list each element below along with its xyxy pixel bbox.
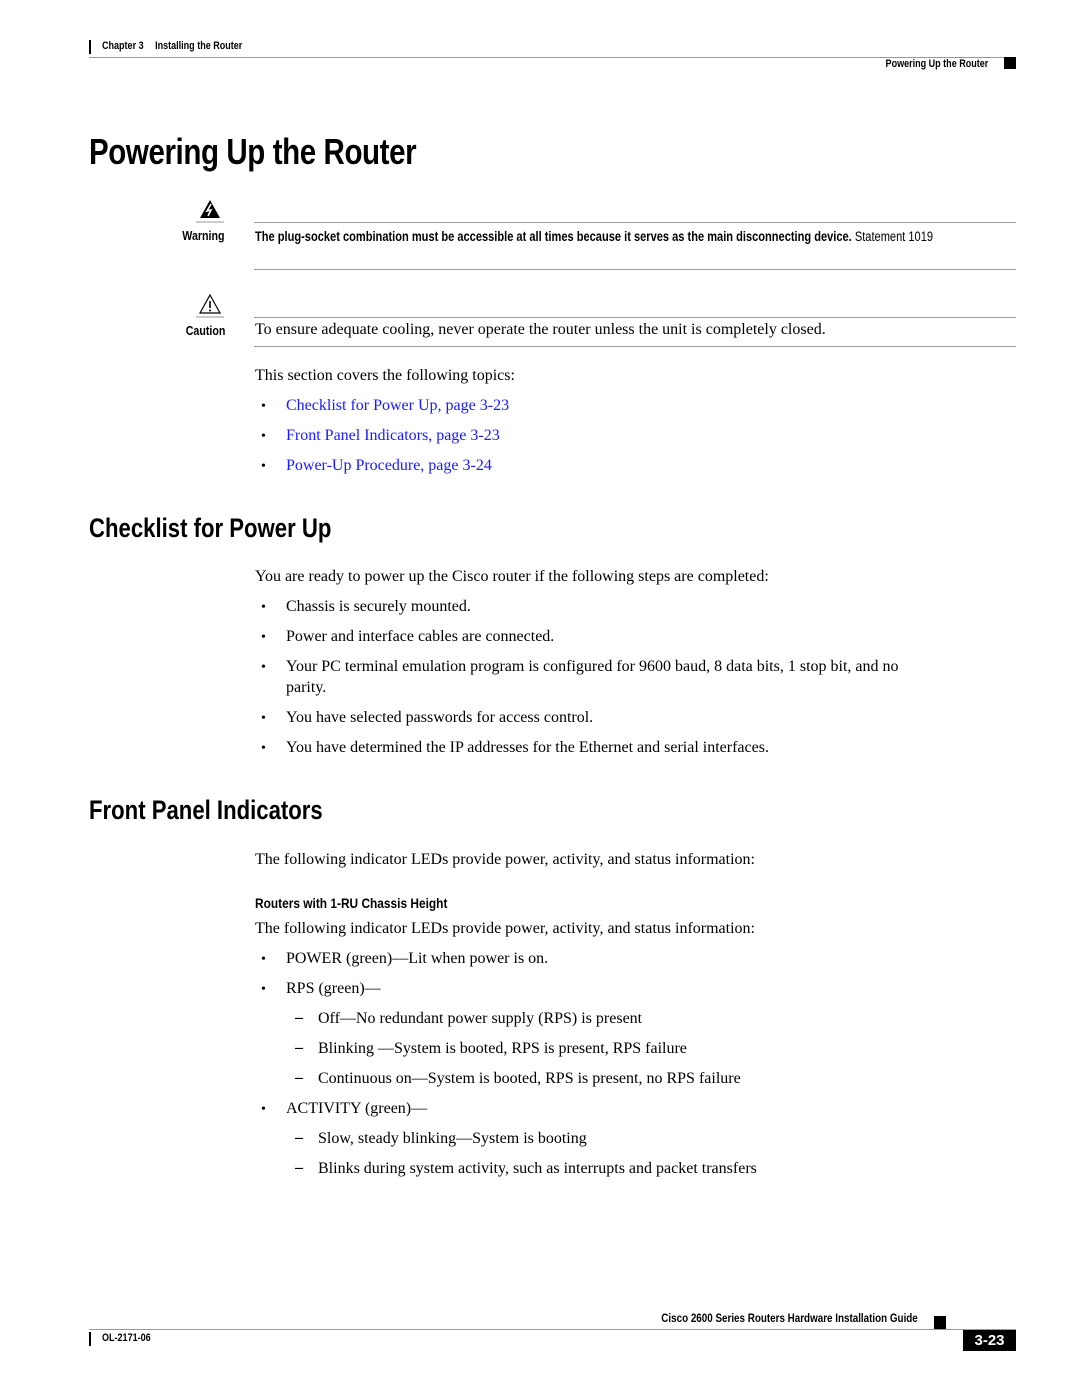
caution-exclamation-icon <box>196 293 224 318</box>
warning-text: The plug-socket combination must be acce… <box>255 226 960 247</box>
activity-state: Blinks during system activity, such as i… <box>318 1160 757 1177</box>
link-front-panel-indicators[interactable]: Front Panel Indicators, page 3-23 <box>286 427 500 445</box>
dash-icon: – <box>295 1129 303 1146</box>
bullet-icon: • <box>261 952 266 967</box>
checklist-item: Chassis is securely mounted. <box>286 598 471 615</box>
warning-lightning-icon <box>196 200 224 223</box>
led-power: POWER (green)—Lit when power is on. <box>286 950 549 967</box>
checklist-intro: You are ready to power up the Cisco rout… <box>255 568 769 585</box>
bullet-icon: • <box>261 630 266 645</box>
front-panel-sub-intro: The following indicator LEDs provide pow… <box>255 920 755 937</box>
rps-state: Blinking —System is booted, RPS is prese… <box>318 1040 687 1057</box>
checklist-item: Your PC terminal emulation program is co… <box>286 658 899 675</box>
bullet-icon: • <box>261 982 266 997</box>
caution-bottom-rule <box>254 346 1016 347</box>
footer-marker <box>934 1316 946 1330</box>
bullet-icon: • <box>261 399 266 414</box>
dash-icon: – <box>295 1159 303 1176</box>
bullet-icon: • <box>261 711 266 726</box>
warning-bottom-rule <box>254 269 1016 270</box>
header-marker <box>1004 57 1016 69</box>
caution-text: To ensure adequate cooling, never operat… <box>255 321 826 338</box>
bullet-icon: • <box>261 1102 266 1117</box>
subheading-1ru: Routers with 1-RU Chassis Height <box>255 895 448 911</box>
link-checklist-power-up[interactable]: Checklist for Power Up, page 3-23 <box>286 397 509 415</box>
front-panel-intro: The following indicator LEDs provide pow… <box>255 851 755 868</box>
bullet-icon: • <box>261 600 266 615</box>
footer-guide-title: Cisco 2600 Series Routers Hardware Insta… <box>661 1311 918 1325</box>
checklist-item: Power and interface cables are connected… <box>286 628 555 645</box>
header-section: Powering Up the Router <box>885 58 988 70</box>
bullet-icon: • <box>261 429 266 444</box>
warning-top-rule <box>254 222 1016 223</box>
checklist-item-continuation: parity. <box>286 679 327 696</box>
rps-state: Continuous on—System is booted, RPS is p… <box>318 1070 741 1087</box>
dash-icon: – <box>295 1069 303 1086</box>
intro-text: This section covers the following topics… <box>255 367 515 384</box>
activity-state: Slow, steady blinking—System is booting <box>318 1130 587 1147</box>
led-activity: ACTIVITY (green)— <box>286 1100 428 1117</box>
header-chapter: Chapter 3 Installing the Router <box>102 40 242 52</box>
led-rps: RPS (green)— <box>286 980 381 997</box>
dash-icon: – <box>295 1009 303 1026</box>
header-bar <box>89 40 91 54</box>
dash-icon: – <box>295 1039 303 1056</box>
checklist-item: You have determined the IP addresses for… <box>286 739 769 756</box>
footer-rule <box>89 1329 1016 1330</box>
footer-page-number: 3-23 <box>963 1330 1016 1351</box>
header-chapter-title: Installing the Router <box>155 40 243 52</box>
footer-bar <box>89 1332 91 1346</box>
bullet-icon: • <box>261 459 266 474</box>
section-heading-checklist: Checklist for Power Up <box>89 513 332 543</box>
caution-label: Caution <box>185 323 225 338</box>
rps-state: Off—No redundant power supply (RPS) is p… <box>318 1010 643 1027</box>
bullet-icon: • <box>261 741 266 756</box>
warning-statement: Statement 1019 <box>854 229 934 244</box>
footer-doc-number: OL-2171-06 <box>102 1332 151 1344</box>
warning-bold-text: The plug-socket combination must be acce… <box>255 229 852 244</box>
warning-label: Warning <box>182 228 225 243</box>
page-title: Powering Up the Router <box>89 131 417 172</box>
caution-top-rule <box>254 317 1016 318</box>
section-heading-front-panel: Front Panel Indicators <box>89 795 323 825</box>
bullet-icon: • <box>261 660 266 675</box>
checklist-item: You have selected passwords for access c… <box>286 709 594 726</box>
link-power-up-procedure[interactable]: Power-Up Procedure, page 3-24 <box>286 457 492 475</box>
header-rule <box>89 57 1016 58</box>
header-chapter-number: Chapter 3 <box>102 40 144 52</box>
